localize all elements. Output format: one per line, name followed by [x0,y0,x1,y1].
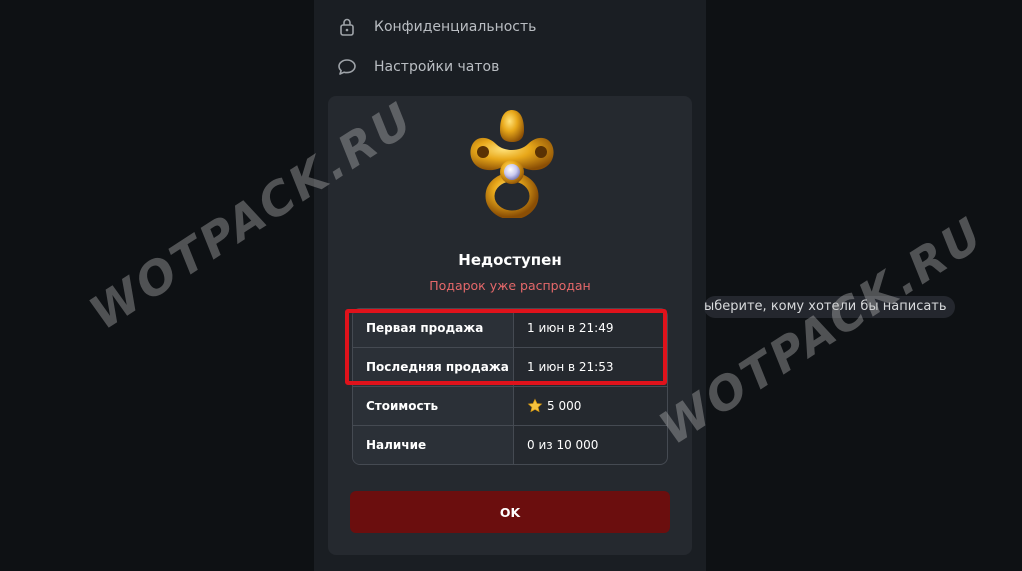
chat-bubble-icon [336,56,358,78]
modal-title: Недоступен [458,251,562,269]
row-label-first-sale: Первая продажа [353,309,514,347]
menu-item-label: Настройки чатов [374,59,500,75]
star-icon [527,398,543,414]
row-value-price: 5 000 [514,387,667,425]
table-row: Последняя продажа 1 июн в 21:53 [353,347,667,386]
menu-item-label: Конфиденциальность [374,19,537,35]
gift-info-table: Первая продажа 1 июн в 21:49 Последняя п… [352,308,668,465]
ok-button[interactable]: OK [350,491,670,533]
menu-item-chat-settings[interactable]: Настройки чатов [336,55,499,79]
gift-modal: Недоступен Подарок уже распродан Первая … [328,96,692,555]
pacifier-gift-image [466,106,558,220]
row-label-last-sale: Последняя продажа [353,348,514,386]
table-row: Первая продажа 1 июн в 21:49 [353,309,667,347]
row-label-availability: Наличие [353,426,514,464]
price-value: 5 000 [547,399,582,413]
table-row: Стоимость 5 000 [353,386,667,425]
lock-icon [336,16,358,38]
row-value-last-sale: 1 июн в 21:53 [527,360,614,374]
row-label-price: Стоимость [353,387,514,425]
row-value-availability: 0 из 10 000 [527,438,599,452]
table-row: Наличие 0 из 10 000 [353,425,667,464]
menu-item-privacy[interactable]: Конфиденциальность [336,15,536,39]
row-value-first-sale: 1 июн в 21:49 [527,321,614,335]
sold-out-subtitle: Подарок уже распродан [429,278,591,293]
